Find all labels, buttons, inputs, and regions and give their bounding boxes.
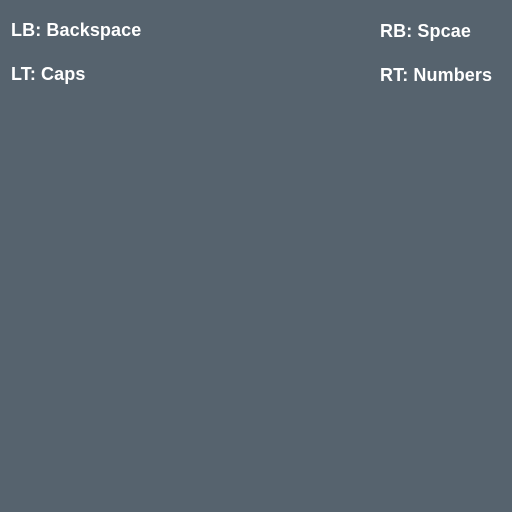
lb-backspace-hint: LB: Backspace: [11, 20, 142, 40]
controller-overlay: { "theme": { "background": "#56636e", "t…: [0, 0, 512, 512]
rt-numbers-hint: RT: Numbers: [380, 65, 493, 85]
lt-caps-hint: LT: Caps: [11, 64, 86, 84]
rb-space-hint: RB: Spcae: [380, 21, 471, 41]
